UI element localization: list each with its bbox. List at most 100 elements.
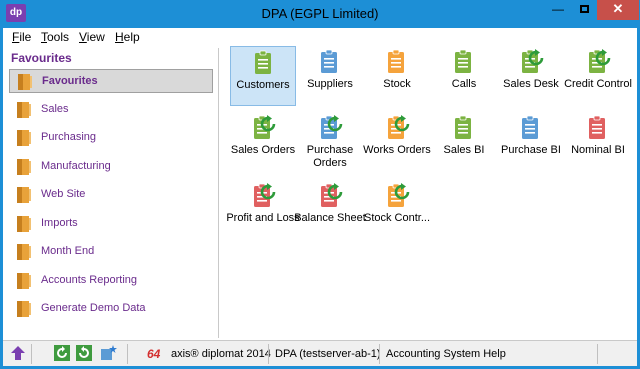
tile-label: Purchase BI — [501, 144, 561, 156]
sidebar-item-label: Sales — [41, 102, 69, 115]
tile-purchase-bi[interactable]: Purchase BI — [498, 112, 564, 172]
tile-label: Customers — [236, 79, 290, 91]
sidebar-item-label: Generate Demo Data — [41, 302, 146, 314]
sidebar-item-imports[interactable]: Imports — [9, 212, 213, 236]
tile-label: Sales Orders — [230, 144, 296, 156]
sidebar-header: Favourites — [11, 51, 72, 65]
folder-icon — [17, 130, 31, 146]
clipboard-icon — [522, 115, 538, 139]
menu-view-rest: iew — [86, 30, 105, 44]
tile-label: Stock — [383, 78, 411, 90]
clipboard-refresh-icon — [321, 115, 343, 139]
tile-sales-bi[interactable]: Sales BI — [431, 112, 497, 172]
tile-stock-contr[interactable]: Stock Contr... — [364, 180, 430, 240]
clipboard-refresh-icon — [522, 49, 544, 73]
sidebar-item-favourites[interactable]: Favourites — [9, 69, 213, 93]
product-name: axis® diplomat 2014 — [171, 348, 271, 360]
sidebar-item-label: Purchasing — [41, 131, 97, 143]
tile-label: Credit Control — [564, 78, 632, 90]
clipboard-icon — [255, 50, 271, 74]
tile-label: Profit and Loss — [226, 212, 300, 224]
sidebar-item-label: Favourites — [42, 75, 98, 87]
folder-icon — [17, 301, 31, 317]
clipboard-refresh-icon — [254, 115, 276, 139]
sidebar-item-accounts-reporting[interactable]: Accounts Reporting — [9, 269, 213, 293]
tile-nominal-bi[interactable]: Nominal BI — [565, 112, 631, 172]
folder-icon — [17, 244, 31, 260]
tile-label: Sales Desk — [503, 78, 559, 90]
tile-calls[interactable]: Calls — [431, 46, 497, 106]
refresh-all-icon[interactable] — [75, 344, 93, 362]
folder-icon — [17, 158, 31, 175]
tile-label: Nominal BI — [571, 144, 625, 156]
window-title: DPA (EGPL Limited) — [261, 6, 379, 21]
tile-sales-desk[interactable]: Sales Desk — [498, 46, 564, 106]
menu-help[interactable]: Help — [115, 30, 140, 44]
sidebar-item-label: Month End — [41, 245, 95, 257]
maximize-icon — [579, 5, 589, 13]
close-button[interactable]: ✕ — [597, 0, 639, 20]
menu-view[interactable]: View — [79, 30, 105, 44]
tile-label: Suppliers — [307, 78, 353, 90]
tile-sales-orders[interactable]: Sales Orders — [230, 112, 296, 172]
tile-label: Calls — [451, 78, 477, 90]
folder-icon — [18, 74, 32, 90]
sidebar-item-label: Imports — [41, 216, 78, 229]
server-name: DPA (testserver-ab-1) — [275, 348, 381, 360]
app-window: dp DPA (EGPL Limited) — ✕ File Tools Vie… — [0, 0, 640, 369]
maximize-button[interactable] — [571, 0, 597, 20]
menu-help-rest: elp — [123, 30, 140, 44]
sidebar-item-sales[interactable]: Sales — [9, 98, 213, 122]
tile-works-orders[interactable]: Works Orders — [363, 112, 431, 172]
tile-balance-sheet[interactable]: Balance Sheet — [294, 180, 366, 240]
tile-profit-and-loss[interactable]: Profit and Loss — [226, 180, 300, 240]
clipboard-icon — [455, 49, 471, 73]
menu-file-rest: ile — [19, 30, 32, 44]
sidebar-item-label: Web Site — [41, 188, 86, 200]
clipboard-icon — [321, 49, 337, 73]
tile-suppliers[interactable]: Suppliers — [297, 46, 363, 106]
folder-icon — [17, 101, 31, 118]
title-bar[interactable]: dp DPA (EGPL Limited) — ✕ — [0, 0, 640, 28]
menu-bar: File Tools View Help — [3, 28, 637, 46]
status-separator — [31, 344, 32, 364]
clipboard-icon — [388, 49, 404, 73]
tile-credit-control[interactable]: Credit Control — [564, 46, 632, 106]
clipboard-icon — [455, 115, 471, 139]
close-icon: ✕ — [612, 1, 624, 16]
new-item-icon[interactable] — [99, 344, 117, 362]
sidebar-item-generate-demo-data[interactable]: Generate Demo Data — [9, 297, 213, 321]
tile-stock[interactable]: Stock — [364, 46, 430, 106]
tile-customers[interactable]: Customers — [230, 46, 296, 106]
tile-label: Purchase Orders — [306, 144, 354, 169]
status-separator — [597, 344, 598, 364]
folder-icon — [17, 215, 31, 232]
tile-label: Sales BI — [443, 144, 485, 156]
sidebar-item-purchasing[interactable]: Purchasing — [9, 126, 213, 150]
folder-icon — [17, 187, 31, 203]
menu-help-accel: H — [115, 30, 124, 44]
tile-purchase-orders[interactable]: Purchase Orders — [297, 112, 363, 172]
clipboard-refresh-icon — [388, 183, 410, 207]
help-text[interactable]: Accounting System Help — [386, 345, 506, 363]
up-arrow-icon[interactable] — [9, 344, 27, 362]
version-badge: 64 — [147, 347, 161, 361]
sidebar-item-manufacturing[interactable]: Manufacturing — [9, 155, 213, 179]
sidebar-item-web-site[interactable]: Web Site — [9, 183, 213, 207]
clipboard-refresh-icon — [589, 49, 611, 73]
status-bar: 64 axis® diplomat 2014 DPA (testserver-a… — [3, 340, 637, 366]
tile-label: Balance Sheet — [294, 212, 366, 224]
refresh-icon[interactable] — [53, 344, 71, 362]
clipboard-refresh-icon — [254, 183, 276, 207]
menu-tools[interactable]: Tools — [41, 30, 69, 44]
status-separator — [268, 344, 269, 364]
menu-tools-rest: ools — [47, 30, 70, 44]
tile-label: Stock Contr... — [363, 212, 431, 224]
status-separator — [379, 344, 380, 364]
minimize-button[interactable]: — — [545, 0, 571, 20]
sidebar-item-label: Accounts Reporting — [41, 273, 137, 286]
sidebar-item-month-end[interactable]: Month End — [9, 240, 213, 264]
clipboard-refresh-icon — [388, 115, 410, 139]
menu-file[interactable]: File — [12, 30, 31, 44]
minimize-icon: — — [552, 2, 564, 16]
